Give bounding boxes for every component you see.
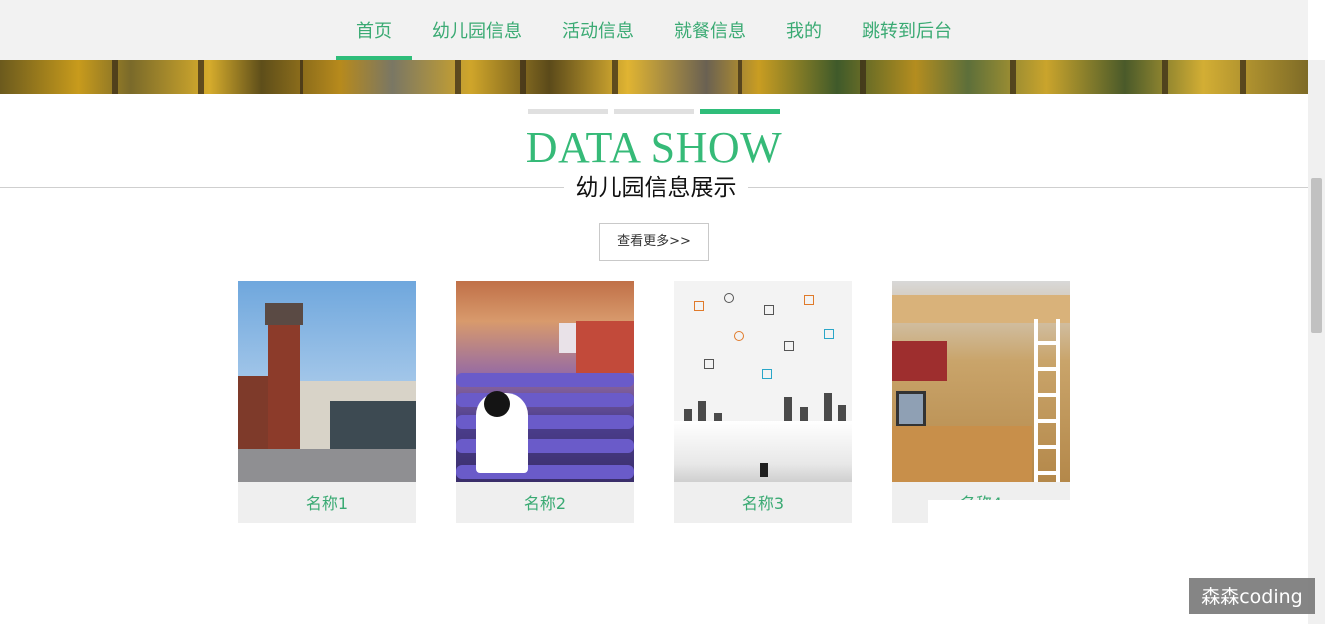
nav-item-dining-info[interactable]: 就餐信息 — [654, 0, 766, 60]
indicator-bar-active — [700, 109, 780, 114]
card-item[interactable]: 名称1 — [238, 281, 416, 523]
section-title-en: DATA SHOW — [525, 123, 783, 172]
indicator-bar — [528, 109, 608, 114]
section-indicator — [528, 109, 780, 114]
scrollbar-thumb[interactable] — [1311, 178, 1322, 333]
nav-item-label: 活动信息 — [562, 21, 634, 42]
nav-item-admin[interactable]: 跳转到后台 — [842, 0, 972, 60]
watermark-label: 森森coding — [1189, 578, 1315, 614]
nav-item-activity-info[interactable]: 活动信息 — [542, 0, 654, 60]
card-item[interactable]: 名称3 — [674, 281, 852, 523]
auditorium-photo — [456, 281, 634, 482]
card-name: 名称2 — [523, 494, 567, 513]
section-title-cn: 幼儿园信息展示 — [564, 172, 748, 204]
card-item[interactable]: 名称4 — [892, 281, 1070, 523]
nav-item-label: 我的 — [786, 21, 822, 42]
building-photo — [238, 281, 416, 482]
nav-item-label: 就餐信息 — [674, 21, 746, 42]
nav-item-label: 幼儿园信息 — [432, 21, 522, 42]
nav-item-label: 跳转到后台 — [862, 21, 952, 42]
banner-image — [0, 60, 1308, 94]
card-item[interactable]: 名称2 — [456, 281, 634, 523]
top-navigation: 首页 幼儿园信息 活动信息 就餐信息 我的 跳转到后台 — [0, 0, 1308, 60]
dorm-room-photo — [892, 281, 1070, 482]
indicator-bar — [614, 109, 694, 114]
scrollbar-track[interactable] — [1308, 60, 1325, 624]
card-name: 名称3 — [741, 494, 785, 513]
view-more-button[interactable]: 查看更多>> — [599, 223, 709, 261]
nav-item-home[interactable]: 首页 — [336, 0, 412, 60]
card-name: 名称1 — [305, 494, 349, 513]
nav-item-label: 首页 — [356, 21, 392, 42]
card-list: 名称1 名称2 名称3 — [238, 281, 1070, 523]
infographic-book-illustration — [674, 281, 852, 482]
nav-item-mine[interactable]: 我的 — [766, 0, 842, 60]
nav-item-kindergarten-info[interactable]: 幼儿园信息 — [412, 0, 542, 60]
